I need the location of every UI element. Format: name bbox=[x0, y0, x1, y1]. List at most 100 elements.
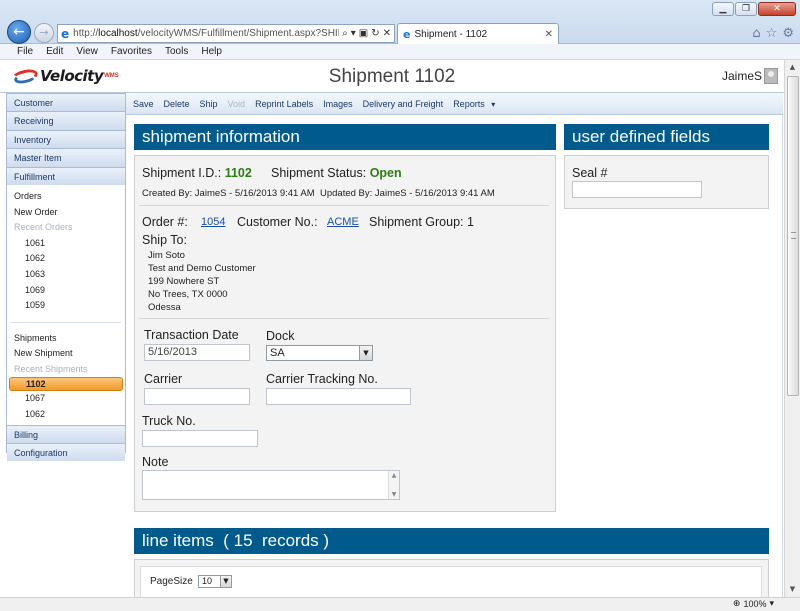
settings-gear-icon[interactable]: ⚙ bbox=[782, 26, 794, 41]
recent-order-item[interactable]: 1063 bbox=[7, 267, 125, 283]
transaction-date-label: Transaction Date bbox=[144, 328, 239, 342]
scroll-down-icon[interactable]: ▼ bbox=[787, 584, 798, 595]
menu-view[interactable]: View bbox=[76, 44, 98, 59]
address-bar[interactable]: e http://localhost/velocityWMS/Fulfillme… bbox=[57, 24, 395, 43]
section-divider bbox=[139, 318, 549, 319]
recent-shipment-item-selected[interactable]: 1102 bbox=[9, 377, 123, 392]
sidebar-link-shipments[interactable]: Shipments bbox=[7, 331, 125, 347]
back-arrow-icon[interactable]: ← bbox=[7, 20, 31, 44]
sidebar-link-new-shipment[interactable]: New Shipment bbox=[7, 346, 125, 362]
scrollbar-thumb[interactable] bbox=[787, 76, 799, 396]
ie-page-icon: e bbox=[61, 26, 70, 41]
shipment-info-panel: Shipment I.D.: 1102 Shipment Status: Ope… bbox=[134, 155, 556, 512]
chevron-down-icon[interactable]: ▼ bbox=[359, 346, 372, 360]
transaction-date-input[interactable]: 5/16/2013 bbox=[144, 344, 250, 361]
recent-order-item[interactable]: 1062 bbox=[7, 251, 125, 267]
recent-order-item[interactable]: 1059 bbox=[7, 298, 125, 314]
reports-menu[interactable]: Reports ▾ bbox=[453, 93, 495, 114]
scroll-up-icon: ▲ bbox=[391, 472, 397, 479]
close-window-icon[interactable]: ✕ bbox=[758, 2, 796, 16]
delete-button[interactable]: Delete bbox=[164, 93, 190, 114]
customer-number-label: Customer No.: bbox=[237, 215, 318, 229]
status-bar: ⊕ 100% ▾ bbox=[0, 597, 800, 611]
order-number-link[interactable]: 1054 bbox=[201, 216, 225, 228]
menu-file[interactable]: File bbox=[17, 44, 33, 59]
sidebar-item-master-item[interactable]: Master Item bbox=[7, 148, 125, 167]
shipment-group-row: Shipment Group: 1 bbox=[369, 215, 474, 229]
scroll-up-icon[interactable]: ▲ bbox=[787, 62, 798, 73]
chevron-down-icon[interactable]: ▼ bbox=[220, 576, 231, 587]
menu-help[interactable]: Help bbox=[201, 44, 222, 59]
minimize-icon[interactable]: ▁ bbox=[712, 2, 734, 16]
stop-icon[interactable]: ✕ bbox=[383, 28, 391, 39]
dock-label: Dock bbox=[266, 329, 295, 343]
page-size-value: 10 bbox=[202, 576, 213, 586]
note-textarea[interactable]: ▲ ▼ bbox=[142, 470, 400, 500]
carrier-label: Carrier bbox=[144, 372, 183, 386]
browser-tab[interactable]: e Shipment - 1102 ✕ bbox=[397, 23, 559, 44]
delivery-freight-button[interactable]: Delivery and Freight bbox=[363, 93, 444, 114]
images-button[interactable]: Images bbox=[323, 93, 353, 114]
page-scrollbar[interactable]: ▲ ▼ bbox=[784, 60, 800, 597]
carrier-input[interactable] bbox=[144, 388, 250, 405]
dock-select[interactable]: SA ▼ bbox=[266, 345, 373, 361]
menu-tools[interactable]: Tools bbox=[165, 44, 188, 59]
sidebar-recent-shipments-label: Recent Shipments bbox=[14, 363, 88, 374]
ship-to-line: Odessa bbox=[148, 302, 181, 313]
search-icon[interactable]: ⌕ bbox=[342, 28, 348, 39]
void-button: Void bbox=[227, 99, 246, 109]
user-name[interactable]: JaimeS bbox=[722, 69, 762, 83]
sidebar-link-new-order[interactable]: New Order bbox=[7, 205, 125, 221]
sidebar-item-receiving[interactable]: Receiving bbox=[7, 111, 125, 130]
line-items-panel: PageSize 10 ▼ bbox=[134, 559, 769, 597]
sidebar-item-billing[interactable]: Billing bbox=[7, 424, 125, 444]
shipment-status-row: Shipment Status: Open bbox=[271, 166, 402, 180]
udf-panel: Seal # bbox=[564, 155, 769, 209]
chevron-down-icon[interactable]: ▾ bbox=[769, 599, 774, 609]
sidebar-item-customer[interactable]: Customer bbox=[7, 93, 125, 112]
address-bar-icons: ⌕ ▾ ▣ ↻ ✕ bbox=[339, 28, 394, 39]
sidebar-divider bbox=[11, 314, 121, 323]
truck-number-input[interactable] bbox=[142, 430, 258, 447]
tab-close-icon[interactable]: ✕ bbox=[545, 29, 553, 40]
window-controls: ▁ ❐ ✕ bbox=[712, 2, 796, 16]
sidebar-link-orders[interactable]: Orders bbox=[7, 189, 125, 205]
browser-title-bar: ▁ ❐ ✕ ← → e http://localhost/velocityWMS… bbox=[0, 0, 800, 44]
sidebar-item-fulfillment[interactable]: Fulfillment bbox=[7, 166, 125, 185]
browser-menu-bar: File Edit View Favorites Tools Help bbox=[0, 44, 800, 60]
zoom-control[interactable]: ⊕ 100% ▾ bbox=[733, 599, 774, 609]
forward-arrow-icon[interactable]: → bbox=[34, 23, 54, 43]
dropdown-icon[interactable]: ▾ bbox=[351, 28, 356, 39]
ship-to-line: No Trees, TX 0000 bbox=[148, 289, 228, 300]
menu-edit[interactable]: Edit bbox=[46, 44, 63, 59]
page-size-select[interactable]: 10 ▼ bbox=[198, 575, 232, 588]
save-button[interactable]: Save bbox=[133, 93, 154, 114]
ship-to-line: Test and Demo Customer bbox=[148, 263, 256, 274]
tab-title: Shipment - 1102 bbox=[414, 28, 488, 40]
user-avatar-icon[interactable] bbox=[764, 68, 778, 84]
carrier-tracking-input[interactable] bbox=[266, 388, 411, 405]
line-items-grid: PageSize 10 ▼ bbox=[140, 566, 762, 597]
page-title: Shipment 1102 bbox=[328, 66, 456, 87]
sidebar-item-configuration[interactable]: Configuration bbox=[7, 443, 125, 462]
refresh-icon[interactable]: ↻ bbox=[371, 28, 379, 39]
tab-ie-icon: e bbox=[403, 27, 411, 41]
ship-to-label: Ship To: bbox=[142, 233, 187, 247]
favorites-star-icon[interactable]: ☆ bbox=[766, 26, 778, 41]
seal-number-input[interactable] bbox=[572, 181, 702, 198]
restore-icon[interactable]: ❐ bbox=[735, 2, 757, 16]
reprint-labels-button[interactable]: Reprint Labels bbox=[255, 93, 313, 114]
home-icon[interactable]: ⌂ bbox=[752, 26, 760, 41]
recent-order-item[interactable]: 1061 bbox=[7, 236, 125, 252]
customer-number-link[interactable]: ACME bbox=[327, 216, 359, 228]
recent-shipment-item[interactable]: 1062 bbox=[7, 407, 125, 423]
ship-button[interactable]: Ship bbox=[200, 93, 218, 114]
recent-order-item[interactable]: 1069 bbox=[7, 283, 125, 299]
menu-favorites[interactable]: Favorites bbox=[111, 44, 152, 59]
note-scrollbar[interactable]: ▲ ▼ bbox=[388, 471, 399, 499]
compat-view-icon[interactable]: ▣ bbox=[359, 28, 368, 39]
recent-shipment-item[interactable]: 1067 bbox=[7, 391, 125, 407]
truck-number-label: Truck No. bbox=[142, 414, 196, 428]
user-area[interactable]: JaimeS bbox=[722, 68, 778, 84]
sidebar-item-inventory[interactable]: Inventory bbox=[7, 129, 125, 149]
